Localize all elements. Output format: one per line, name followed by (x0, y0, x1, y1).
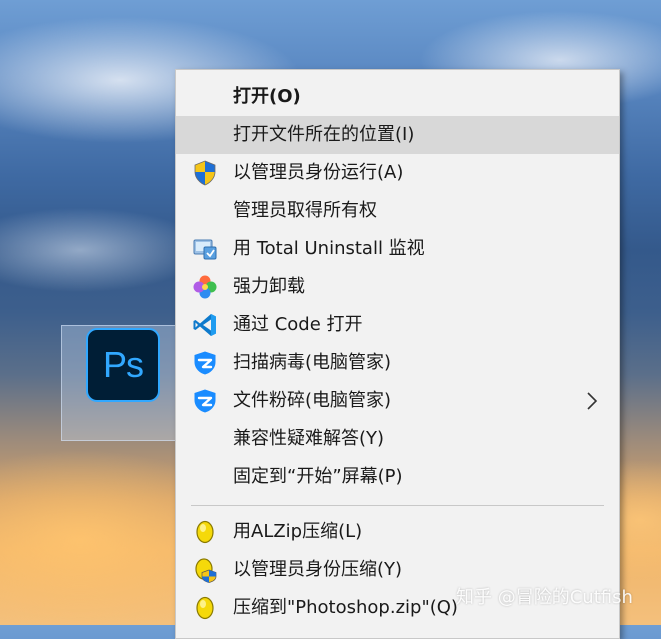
vscode-icon (191, 311, 219, 339)
menu-item-label: 以管理员身份运行(A) (233, 162, 404, 183)
pc-manager-shield-icon (191, 349, 219, 377)
uac-shield-icon (191, 159, 219, 187)
menu-item-take-ownership[interactable]: 管理员取得所有权 (176, 192, 619, 230)
menu-item-label: 固定到“开始”屏幕(P) (233, 466, 403, 487)
menu-item-force-uninstall[interactable]: 强力卸载 (176, 268, 619, 306)
alzip-icon (191, 518, 219, 546)
menu-item-label: 打开文件所在的位置(I) (233, 124, 415, 145)
menu-item-run-as-admin[interactable]: 以管理员身份运行(A) (176, 154, 619, 192)
photoshop-icon: Ps (86, 328, 160, 402)
zhihu-watermark: 知乎 @冒险的Cutfish (456, 587, 633, 608)
menu-item-pin-to-start[interactable]: 固定到“开始”屏幕(P) (176, 458, 619, 496)
menu-item-label: 兼容性疑难解答(Y) (233, 428, 385, 449)
clover-icon (191, 273, 219, 301)
menu-item-label: 打开(O) (233, 86, 301, 107)
menu-item-label: 用 Total Uninstall 监视 (233, 238, 425, 259)
menu-item-open[interactable]: 打开(O) (176, 78, 619, 116)
menu-item-label: 压缩到"Photoshop.zip"(Q) (233, 597, 458, 618)
menu-item-file-shred[interactable]: 文件粉碎(电脑管家) (176, 382, 619, 420)
menu-item-label: 管理员取得所有权 (233, 200, 377, 221)
photoshop-desktop-icon[interactable]: Ps (61, 325, 181, 441)
menu-item-label: 文件粉碎(电脑管家) (233, 390, 392, 411)
menu-item-alzip-compress[interactable]: 用ALZip压缩(L) (176, 513, 619, 551)
chevron-right-icon (583, 391, 601, 411)
menu-item-label: 用ALZip压缩(L) (233, 521, 363, 542)
menu-item-compatibility[interactable]: 兼容性疑难解答(Y) (176, 420, 619, 458)
menu-item-label: 扫描病毒(电脑管家) (233, 352, 392, 373)
menu-item-scan-virus[interactable]: 扫描病毒(电脑管家) (176, 344, 619, 382)
context-menu: 打开(O) 打开文件所在的位置(I) 以管理员身份运行(A) 管理员取得所有权 (175, 69, 620, 639)
menu-item-open-file-location[interactable]: 打开文件所在的位置(I) (176, 116, 619, 154)
menu-item-label: 通过 Code 打开 (233, 314, 363, 335)
menu-separator (191, 505, 604, 506)
pc-manager-shield-icon (191, 387, 219, 415)
alzip-admin-icon (191, 556, 219, 584)
menu-item-open-with-code[interactable]: 通过 Code 打开 (176, 306, 619, 344)
menu-item-total-uninstall[interactable]: 用 Total Uninstall 监视 (176, 230, 619, 268)
menu-item-label: 以管理员身份压缩(Y) (233, 559, 403, 580)
alzip-icon (191, 594, 219, 622)
total-uninstall-icon (191, 235, 219, 263)
menu-item-label: 强力卸载 (233, 276, 305, 297)
photoshop-logo-text: Ps (102, 344, 144, 385)
